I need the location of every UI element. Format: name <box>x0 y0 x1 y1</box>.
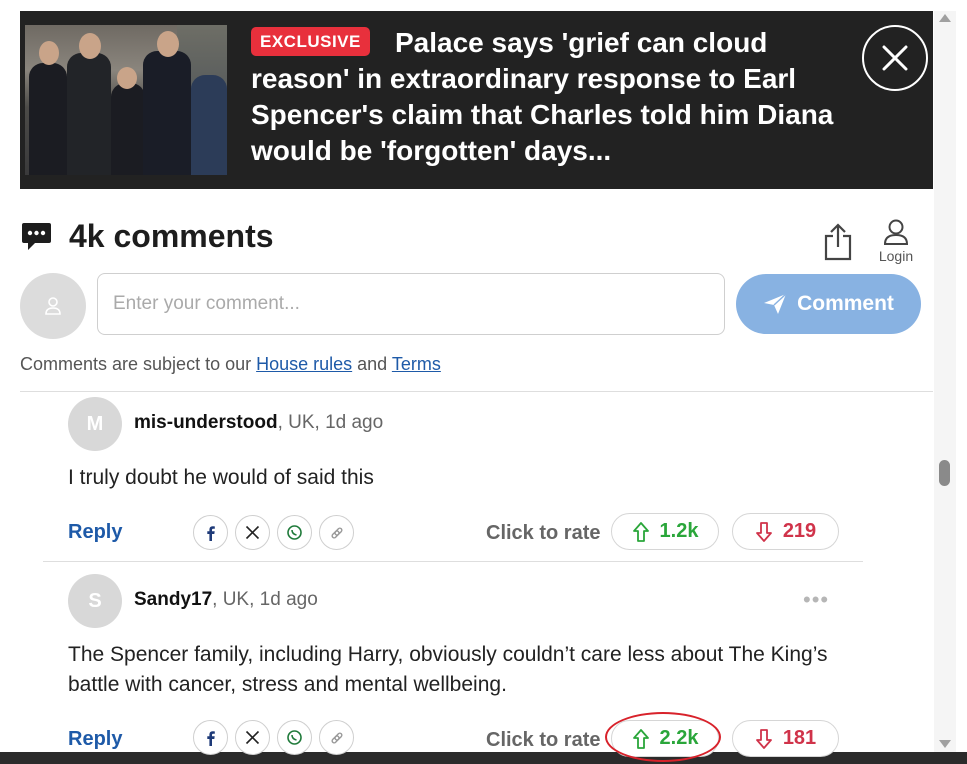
comment-submit-button[interactable]: Comment <box>736 274 921 334</box>
click-to-rate-label: Click to rate <box>486 729 601 751</box>
current-user-avatar <box>20 273 86 339</box>
upvote-button[interactable]: 2.2k <box>611 720 719 757</box>
upvote-count: 1.2k <box>659 520 699 542</box>
comment-input[interactable] <box>97 273 725 335</box>
paper-plane-icon <box>764 293 787 314</box>
copy-link-button[interactable] <box>319 720 354 755</box>
scroll-down-arrow-icon[interactable] <box>939 740 951 748</box>
close-button[interactable] <box>862 25 928 91</box>
upvote-count: 2.2k <box>659 727 699 749</box>
downvote-count: 219 <box>782 520 817 542</box>
terms-link[interactable]: Terms <box>392 354 441 374</box>
user-icon <box>45 297 61 315</box>
copy-link-button[interactable] <box>319 515 354 550</box>
reply-button[interactable]: Reply <box>68 728 122 751</box>
share-button[interactable] <box>821 222 855 262</box>
upvote-button[interactable]: 1.2k <box>611 513 719 550</box>
comment-submit-label: Comment <box>797 292 894 315</box>
scroll-up-arrow-icon[interactable] <box>939 14 951 22</box>
comment-meta: mis-understood, UK, 1d ago <box>134 412 383 434</box>
login-button[interactable]: Login <box>870 219 922 264</box>
avatar: M <box>68 397 122 451</box>
arrow-down-icon <box>755 728 772 749</box>
whatsapp-icon <box>287 525 302 540</box>
comment-item: S Sandy17, UK, 1d ago ••• The Spencer fa… <box>68 574 858 757</box>
x-share-button[interactable] <box>235 515 270 550</box>
facebook-share-button[interactable] <box>193 515 228 550</box>
downvote-count: 181 <box>782 727 817 749</box>
whatsapp-icon <box>287 730 302 745</box>
exclusive-badge: EXCLUSIVE <box>251 27 370 56</box>
comment-username[interactable]: Sandy17 <box>134 589 212 610</box>
house-rules-link[interactable]: House rules <box>256 354 352 374</box>
share-buttons <box>193 515 354 550</box>
arrow-up-icon <box>632 728 649 749</box>
rules-prefix: Comments are subject to our <box>20 354 257 374</box>
x-icon <box>245 730 260 745</box>
scrollbar[interactable] <box>934 11 956 752</box>
article-thumbnail[interactable] <box>25 25 227 175</box>
share-buttons <box>193 720 354 755</box>
downvote-button[interactable]: 181 <box>732 720 839 757</box>
close-icon <box>882 45 908 71</box>
divider <box>20 391 933 392</box>
link-icon <box>330 731 343 744</box>
scrollbar-thumb[interactable] <box>939 460 950 486</box>
comment-location-time: , UK, 1d ago <box>212 589 318 610</box>
comment-username[interactable]: mis-understood <box>134 412 278 433</box>
more-dots-icon[interactable]: ••• <box>803 587 829 613</box>
link-icon <box>330 526 343 539</box>
comment-location-time: , UK, 1d ago <box>277 412 384 433</box>
comment-text: I truly doubt he would of said this <box>68 466 374 489</box>
comments-count: 4k comments <box>69 218 274 254</box>
facebook-icon <box>206 730 215 746</box>
arrow-up-icon <box>632 521 649 542</box>
downvote-button[interactable]: 219 <box>732 513 839 550</box>
comment-rules-notice: Comments are subject to our House rules … <box>20 354 441 375</box>
x-icon <box>245 525 260 540</box>
whatsapp-share-button[interactable] <box>277 515 312 550</box>
arrow-down-icon <box>755 521 772 542</box>
article-banner[interactable]: Palace says 'grief can cloud reason' in … <box>20 11 933 189</box>
share-icon <box>824 223 852 261</box>
avatar: S <box>68 574 122 628</box>
user-icon <box>883 219 909 245</box>
whatsapp-share-button[interactable] <box>277 720 312 755</box>
speech-bubble-icon <box>22 223 51 250</box>
facebook-share-button[interactable] <box>193 720 228 755</box>
login-label: Login <box>878 248 914 264</box>
comment-text: The Spencer family, including Harry, obv… <box>68 643 828 696</box>
x-share-button[interactable] <box>235 720 270 755</box>
click-to-rate-label: Click to rate <box>486 522 601 544</box>
facebook-icon <box>206 525 215 541</box>
divider <box>43 561 863 562</box>
comments-header: 4k comments <box>20 218 274 255</box>
reply-button[interactable]: Reply <box>68 521 122 544</box>
comment-item: M mis-understood, UK, 1d ago I truly dou… <box>68 397 858 557</box>
comment-meta: Sandy17, UK, 1d ago <box>134 589 318 611</box>
rules-and: and <box>352 354 392 374</box>
